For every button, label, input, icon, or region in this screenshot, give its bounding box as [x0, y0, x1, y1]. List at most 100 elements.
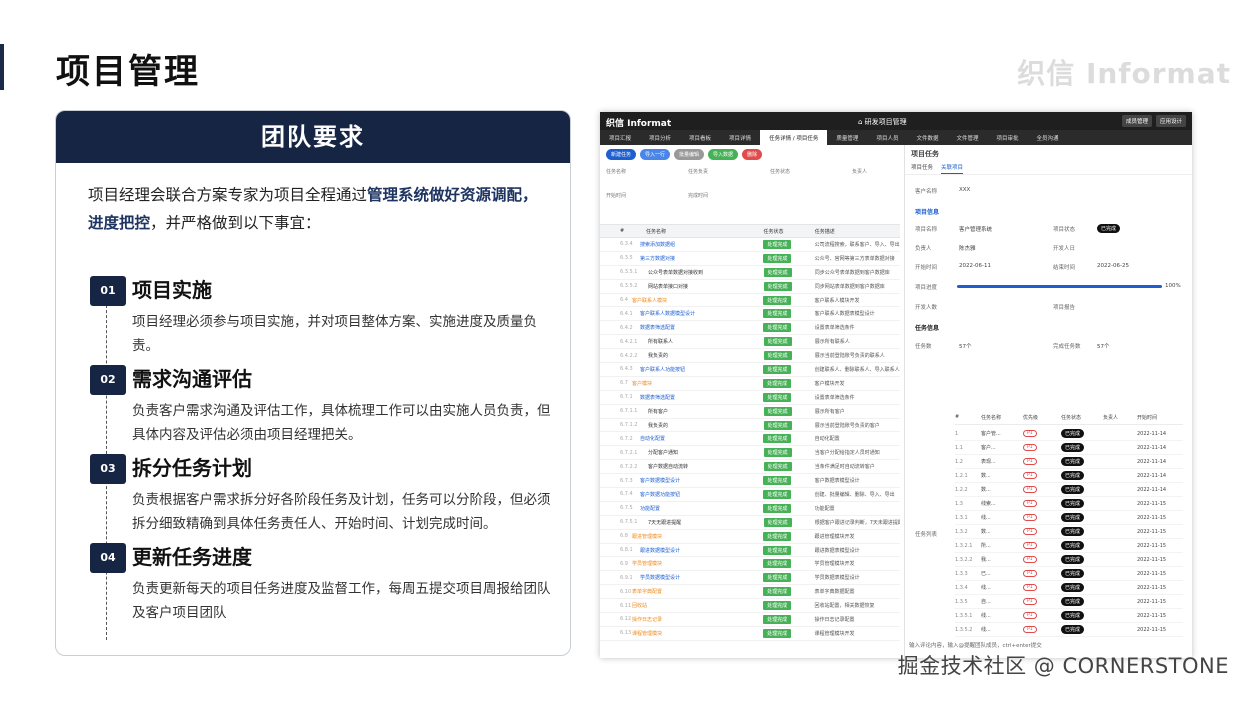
row-status: 处理完成 [763, 448, 815, 458]
section-task-info: 任务信息 [915, 325, 940, 332]
subtask-row[interactable]: 1.2 表现... P1 已完成 2022-11-14 [955, 455, 1183, 469]
table-row[interactable]: 6.4.2.1 所有联系人 处理完成 展示所有联系人 [600, 335, 900, 350]
table-row[interactable]: 6.3.5.2 网站表单接口对接 处理完成 同步网站表单数据到客户数据库 [600, 280, 900, 294]
col-header: # [620, 228, 625, 234]
toolbar-button[interactable]: 批量编辑 [674, 149, 705, 160]
app-tab[interactable]: 任务详情 / 项目任务 [760, 130, 828, 145]
step-title: 更新任务进度 [132, 545, 252, 569]
filter-label: 任务负责 [688, 169, 709, 175]
table-row[interactable]: 6.8 跟进管理模块 处理完成 跟进管理模块开发 [600, 530, 900, 544]
table-row[interactable]: 6.7.1 数据表筛选配置 处理完成 设置表单筛选条件 [600, 391, 900, 405]
row-desc: 同步网站表单数据到客户数据库 [814, 283, 885, 290]
toolbar-button[interactable]: 导入数据 [708, 149, 739, 160]
table-row[interactable]: 6.3.4 搜索添加数据组 处理完成公司流程搜索，联系客户、导入、导出、批量 [600, 238, 900, 252]
row-status: 处理完成 [763, 462, 815, 472]
table-row[interactable]: 6.9.1 学员数据模型设计 处理完成 学员数据表模型设计 [600, 571, 900, 586]
table-row[interactable]: 6.7.1.2 我负责的 处理完成 展示当前登陆账号负责的客户 [600, 419, 900, 433]
app-tab[interactable]: 文件数据 [907, 130, 947, 145]
app-tab[interactable]: 质量管理 [827, 130, 867, 145]
row-name: 学员数据模型设计 [640, 575, 681, 582]
intro-pre: 项目经理会联合方案专家为项目全程通过 [88, 186, 368, 204]
col-header[interactable]: 任务名称 [622, 228, 764, 235]
app-logo: 织信 Informat [606, 119, 672, 129]
table-row[interactable]: 6.13 课程管理模块 处理完成 课程管理模块开发 [600, 627, 900, 641]
row-status: 处理完成 [763, 434, 814, 444]
table-row[interactable]: 6.12 操作日志记录 处理完成 操作日志记录配置 [600, 613, 900, 627]
row-number: 6.12 [620, 616, 632, 623]
col-header[interactable]: 任务状态 [764, 228, 815, 235]
row-desc: 客户数据表模型设计 [814, 478, 860, 485]
table-row[interactable]: 6.7.2 自动化配置 处理完成 自动化配置 [600, 432, 900, 447]
table-row[interactable]: 6.7 客户模块 处理完成 客户模块开发 [600, 377, 900, 391]
row-name: 客户联系人数据模型设计 [640, 311, 696, 318]
report-label: 项目报告 [1053, 305, 1076, 311]
col-header[interactable]: 任务描述 [815, 228, 900, 235]
row-name: 回收站 [632, 603, 648, 610]
app-tab[interactable]: 项目详情 [720, 130, 760, 145]
comment-input[interactable]: 输入评论内容，输入@提醒团队成员，ctrl+enter提交 [909, 641, 1042, 649]
tab-project-task[interactable]: 项目任务 [911, 163, 933, 174]
table-row[interactable]: 6.3.5 第三方数据对接 处理完成 公众号、官网等第三方表单数据对接 [600, 252, 900, 266]
row-desc: 展示所有客户 [814, 408, 845, 415]
row-number: 6.3.5 [620, 255, 633, 262]
app-tab[interactable]: 文件管理 [947, 130, 987, 145]
row-status: 处理完成 [763, 364, 814, 374]
row-number: 6.9 [620, 560, 628, 567]
row-number: 6.7.2.2 [620, 463, 638, 470]
row-status: 处理完成 [763, 601, 814, 611]
row-number: 6.4.2 [620, 324, 633, 331]
table-row[interactable]: 6.4.3 客户联系人功能按钮 处理完成 创建联系人、删除联系人、导入联系人 [600, 363, 900, 377]
filter-label: 任务状态 [770, 169, 791, 175]
table-row[interactable]: 6.7.5 功能配置 处理完成 功能配置 [600, 502, 900, 516]
toolbar-button[interactable]: 导入一行 [640, 149, 671, 160]
table-row[interactable]: 6.4 客户联系人模块 处理完成 客户联系人模块开发 [600, 294, 900, 308]
subtask-row[interactable]: 1.3.3 已... P1 已完成 2022-11-15 [955, 567, 1183, 581]
app-tab[interactable]: 项目人员 [867, 130, 907, 145]
table-row[interactable]: 6.7.3 客户数据模型设计 处理完成 客户数据表模型设计 [600, 474, 900, 489]
row-name: 公众号表单数据对接收到 [648, 269, 704, 276]
subtask-row[interactable]: 1.3.4 线... P1 已完成 2022-11-15 [955, 581, 1183, 595]
row-desc: 创建、批量编辑、删除、导入、导出 [814, 491, 895, 498]
app-design-button[interactable]: 应用设计 [1155, 115, 1186, 127]
table-row[interactable]: 6.7.4 客户数据功能按钮 处理完成 创建、批量编辑、删除、导入、导出 [600, 488, 900, 502]
detail-tabs: 项目任务 关联项目 [905, 163, 1192, 175]
table-row[interactable]: 6.11 回收站 处理完成 回收站配置，相关数据恢复 [600, 599, 900, 614]
table-row[interactable]: 6.7.5.1 7天无跟进提醒 处理完成 根据客户跟进记录判断，7天未跟进提醒 [600, 516, 900, 530]
table-row[interactable]: 6.4.1 客户联系人数据模型设计 处理完成 客户联系人数据表模型设计 [600, 307, 900, 322]
subtask-row[interactable]: 1.3.2 数... P1 已完成 2022-11-15 [955, 525, 1183, 539]
table-row[interactable]: 6.3.5.1 公众号表单数据对接收到 处理完成 同步公众号表单数据到客户数据库 [600, 266, 900, 280]
tab-related-project[interactable]: 关联项目 [941, 163, 964, 174]
toolbar-button[interactable]: 删除 [742, 149, 763, 160]
subtask-row[interactable]: 1.3.2.1 所... P1 已完成 2022-11-15 [955, 539, 1183, 553]
table-row[interactable]: 6.7.2.1 分配客户通知 处理完成 当客户分配给指定人员时通知 [600, 446, 900, 461]
subtask-row[interactable]: 1 客户管... P1 已完成 2022-11-14 [955, 427, 1183, 441]
section-project-info: 项目信息 [915, 209, 940, 216]
table-row[interactable]: 6.7.1.1 所有客户 处理完成 展示所有客户 [600, 405, 900, 419]
table-row[interactable]: 6.7.2.2 客户数据自动流转 处理完成 当条件满足时自动流转客户 [600, 460, 900, 475]
progress-value: 100% [1165, 283, 1181, 289]
filter-label: 开始时间 [606, 193, 627, 199]
subtask-row[interactable]: 1.1 客户... P1 已完成 2022-11-14 [955, 441, 1183, 455]
subtask-row[interactable]: 1.2.2 数... P1 已完成 2022-11-14 [955, 483, 1183, 497]
member-manage-button[interactable]: 成员管理 [1121, 115, 1152, 127]
app-tab[interactable]: 项目汇报 [600, 130, 640, 145]
table-row[interactable]: 6.4.2 数据表筛选配置 处理完成 设置表单筛选条件 [600, 321, 900, 336]
table-row[interactable]: 6.8.1 跟进数据模型设计 处理完成 跟进数据表模型设计 [600, 544, 900, 558]
subtask-row[interactable]: 1.3.5.2 线... P1 已完成 2022-11-15 [955, 623, 1183, 637]
app-tab[interactable]: 项目看板 [680, 130, 720, 145]
row-number: 6.7.4 [620, 491, 633, 498]
table-row[interactable]: 6.9 学员管理模块 处理完成 学员管理模块开发 [600, 557, 900, 572]
app-tab[interactable]: 项目审批 [987, 130, 1027, 145]
toolbar-button[interactable]: 新建任务 [606, 149, 637, 160]
subtask-row[interactable]: 1.3.5 自... P1 已完成 2022-11-15 [955, 595, 1183, 609]
subtask-row[interactable]: 1.2.1 数... P1 已完成 2022-11-14 [955, 469, 1183, 483]
subtask-header: # 任务名称 优先级 任务状态 负责人 开始时间 [955, 414, 1183, 425]
table-row[interactable]: 6.10 表单字典配置 处理完成 表单字典数据配置 [600, 585, 900, 600]
table-row[interactable]: 6.4.2.2 我负责的 处理完成 展示当前登陆账号负责的联系人 [600, 349, 900, 364]
app-tab[interactable]: 项目分析 [640, 130, 680, 145]
subtask-row[interactable]: 1.3.2.2 我... P1 已完成 2022-11-15 [955, 553, 1183, 567]
subtask-row[interactable]: 1.3.1 线... P1 已完成 2022-11-15 [955, 511, 1183, 525]
subtask-row[interactable]: 1.3 线索... P1 已完成 2022-11-15 [955, 497, 1183, 511]
app-tab[interactable]: 全员沟通 [1028, 130, 1068, 145]
subtask-row[interactable]: 1.3.5.1 线... P1 已完成 2022-11-15 [955, 609, 1183, 623]
